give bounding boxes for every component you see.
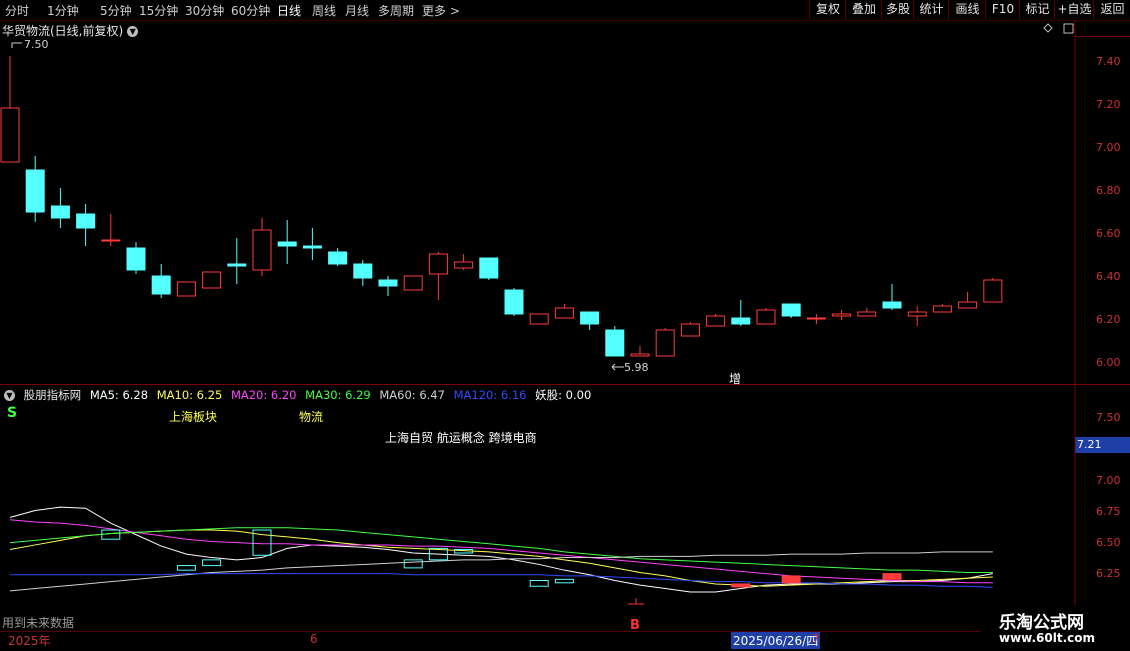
candle-body bbox=[0, 107, 20, 163]
ma-line-ma20 bbox=[9, 519, 993, 584]
candle-body bbox=[428, 253, 448, 275]
indicator-name[interactable]: 股朋指标网 bbox=[24, 388, 82, 402]
watermark-url: www.60lt.com bbox=[999, 631, 1096, 645]
candle-body bbox=[630, 353, 650, 357]
indicator-legend: ▼ 股朋指标网 MA5: 6.28 MA10: 6.25 MA20: 6.20 … bbox=[4, 387, 596, 403]
candle-body bbox=[580, 311, 600, 325]
low-price-label: 5.98 bbox=[624, 361, 649, 374]
candle-body bbox=[302, 245, 322, 249]
watermark-title: 乐淘公式网 bbox=[999, 613, 1084, 633]
candle-body bbox=[76, 213, 96, 229]
candle-body bbox=[958, 301, 978, 309]
candle-body bbox=[781, 303, 801, 317]
candle-body bbox=[277, 241, 297, 247]
candle-body bbox=[328, 251, 348, 265]
candle-body bbox=[353, 263, 373, 279]
candle-body bbox=[454, 261, 474, 269]
indicator-menu-icon[interactable]: ▼ bbox=[4, 390, 15, 401]
candle-body bbox=[504, 289, 524, 315]
indicator-box bbox=[202, 559, 222, 567]
indicator-box bbox=[554, 578, 574, 584]
date-month-7: 7 bbox=[812, 632, 820, 646]
legend-ma20: MA20: 6.20 bbox=[230, 388, 297, 402]
candle-body bbox=[378, 279, 398, 287]
candle-body bbox=[227, 263, 247, 267]
candle-body bbox=[101, 239, 121, 242]
candle-body bbox=[857, 311, 877, 317]
window-icon[interactable] bbox=[1063, 23, 1074, 34]
legend-ma120: MA120: 6.16 bbox=[453, 388, 527, 402]
candle-body bbox=[529, 313, 549, 325]
signal-text: 增 bbox=[729, 372, 742, 386]
indicator-box bbox=[731, 583, 751, 588]
ma-lines bbox=[9, 506, 993, 593]
low-marker-icon bbox=[611, 363, 624, 371]
candle-body bbox=[655, 329, 675, 357]
high-price-label: 7.50 bbox=[24, 38, 49, 51]
candles bbox=[0, 56, 1003, 357]
sector-label: 上海板块 bbox=[169, 410, 218, 424]
candle-body bbox=[50, 205, 70, 219]
candle-body bbox=[706, 315, 726, 327]
date-year: 2025年 bbox=[8, 634, 51, 648]
candle-body bbox=[554, 307, 574, 319]
indicator-box bbox=[101, 529, 121, 540]
candle-body bbox=[932, 305, 952, 313]
diamond-icon[interactable] bbox=[1043, 23, 1053, 33]
watermark: 乐淘公式网 www.60lt.com bbox=[985, 605, 1130, 650]
kline-chart[interactable] bbox=[0, 0, 1130, 650]
indicator-box bbox=[529, 580, 549, 587]
candle-body bbox=[252, 229, 272, 271]
legend-yaogu: 妖股: 0.00 bbox=[535, 388, 592, 402]
ma-line-ma120 bbox=[10, 573, 993, 588]
candle-body bbox=[680, 323, 700, 337]
candle-body bbox=[983, 279, 1003, 303]
candle-body bbox=[202, 271, 222, 289]
industry-label: 物流 bbox=[299, 410, 324, 424]
indicator-box bbox=[403, 559, 423, 569]
candle-body bbox=[605, 329, 625, 357]
candle-body bbox=[756, 309, 776, 325]
buy-marker-icon bbox=[628, 598, 644, 605]
candle-body bbox=[176, 281, 196, 297]
legend-ma60: MA60: 6.47 bbox=[379, 388, 445, 402]
candle-body bbox=[126, 247, 146, 271]
candle-body bbox=[151, 275, 171, 295]
ma-line-ma30 bbox=[9, 527, 993, 573]
indicator-box bbox=[882, 573, 902, 580]
candle-body bbox=[403, 275, 423, 291]
date-month-6: 6 bbox=[310, 632, 318, 646]
indicator-box bbox=[781, 575, 801, 584]
candle-body bbox=[907, 311, 927, 317]
candle-body bbox=[25, 169, 45, 213]
indicator-box bbox=[176, 565, 196, 571]
high-marker-icon bbox=[11, 42, 22, 48]
selected-date: 2025/06/26/四 bbox=[731, 632, 821, 649]
concept-label: 上海自贸 航运概念 跨境电商 bbox=[385, 431, 537, 445]
legend-ma10: MA10: 6.25 bbox=[156, 388, 223, 402]
candle-body bbox=[882, 301, 902, 309]
legend-ma5: MA5: 6.28 bbox=[89, 388, 149, 402]
legend-ma30: MA30: 6.29 bbox=[305, 388, 371, 402]
future-data-note: 用到未来数据 bbox=[2, 616, 75, 630]
candle-body bbox=[479, 257, 499, 279]
candle-body bbox=[731, 317, 751, 325]
date-axis: 2025年 6 2025/06/26/四 7 bbox=[0, 631, 980, 651]
candle-body bbox=[806, 317, 826, 320]
candle-body bbox=[832, 313, 852, 317]
sell-signal-label: S bbox=[7, 405, 18, 421]
